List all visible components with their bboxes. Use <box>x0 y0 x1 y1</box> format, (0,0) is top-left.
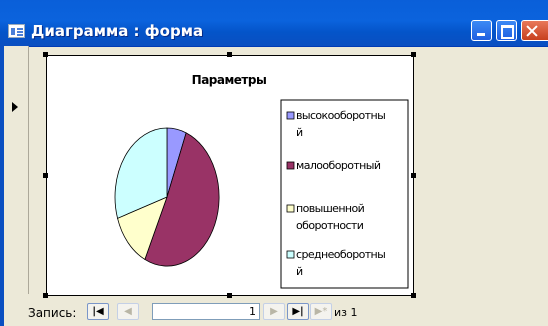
new-record-icon[interactable]: ▶* <box>310 303 332 320</box>
last-record-icon[interactable]: ▶| <box>287 303 309 320</box>
title-bar[interactable]: Диаграмма : форма <box>0 0 548 47</box>
current-record-arrow-icon <box>12 102 18 112</box>
resize-handle[interactable] <box>411 172 416 178</box>
maximize-button[interactable] <box>496 20 517 41</box>
legend-label: среднеоборотны <box>296 248 385 261</box>
window-title: Диаграмма : форма <box>31 22 204 40</box>
form-icon[interactable] <box>8 24 25 38</box>
prev-record-icon[interactable]: ◀ <box>117 303 139 320</box>
record-selector[interactable] <box>4 46 29 294</box>
chart-legend: высокооборотны й малооборотный повышенной об… <box>280 99 409 289</box>
close-button[interactable] <box>521 20 548 41</box>
pie-slices <box>114 127 220 267</box>
legend-swatch <box>286 111 295 120</box>
record-number-field[interactable]: 1 <box>152 303 260 320</box>
record-label: Запись: <box>28 306 77 320</box>
resize-handle[interactable] <box>411 52 416 57</box>
resize-handle[interactable] <box>227 52 232 57</box>
first-record-icon[interactable]: |◀ <box>87 303 109 320</box>
pie-chart: Параметры высокооборотны й малооборотный по… <box>114 73 409 289</box>
legend-swatch <box>286 161 295 170</box>
resize-handle[interactable] <box>411 293 416 298</box>
record-navigation-bar: Запись: |◀ ◀ 1 ▶ ▶| ▶* из 1 <box>28 300 548 326</box>
legend-swatch <box>286 204 295 213</box>
minimize-button[interactable] <box>471 20 492 41</box>
legend-label: повышенной <box>296 202 365 215</box>
resize-handle[interactable] <box>43 52 48 57</box>
chart-object[interactable]: Параметры высокооборотны й малооборотный по… <box>46 55 414 296</box>
legend-label: малооборотный <box>296 159 381 172</box>
legend-label: высокооборотны <box>296 109 385 122</box>
resize-handle[interactable] <box>43 172 48 178</box>
resize-handle[interactable] <box>43 293 48 298</box>
record-count: из 1 <box>334 306 358 319</box>
next-record-icon[interactable]: ▶ <box>263 303 285 320</box>
legend-swatch <box>286 250 295 259</box>
form-window: Диаграмма : форма Параметры высокооборот… <box>0 0 548 326</box>
legend-label: й <box>296 126 303 139</box>
legend-label: оборотности <box>296 219 364 232</box>
chart-title: Параметры <box>192 73 267 87</box>
resize-handle[interactable] <box>227 293 232 298</box>
legend-label: й <box>296 265 303 278</box>
